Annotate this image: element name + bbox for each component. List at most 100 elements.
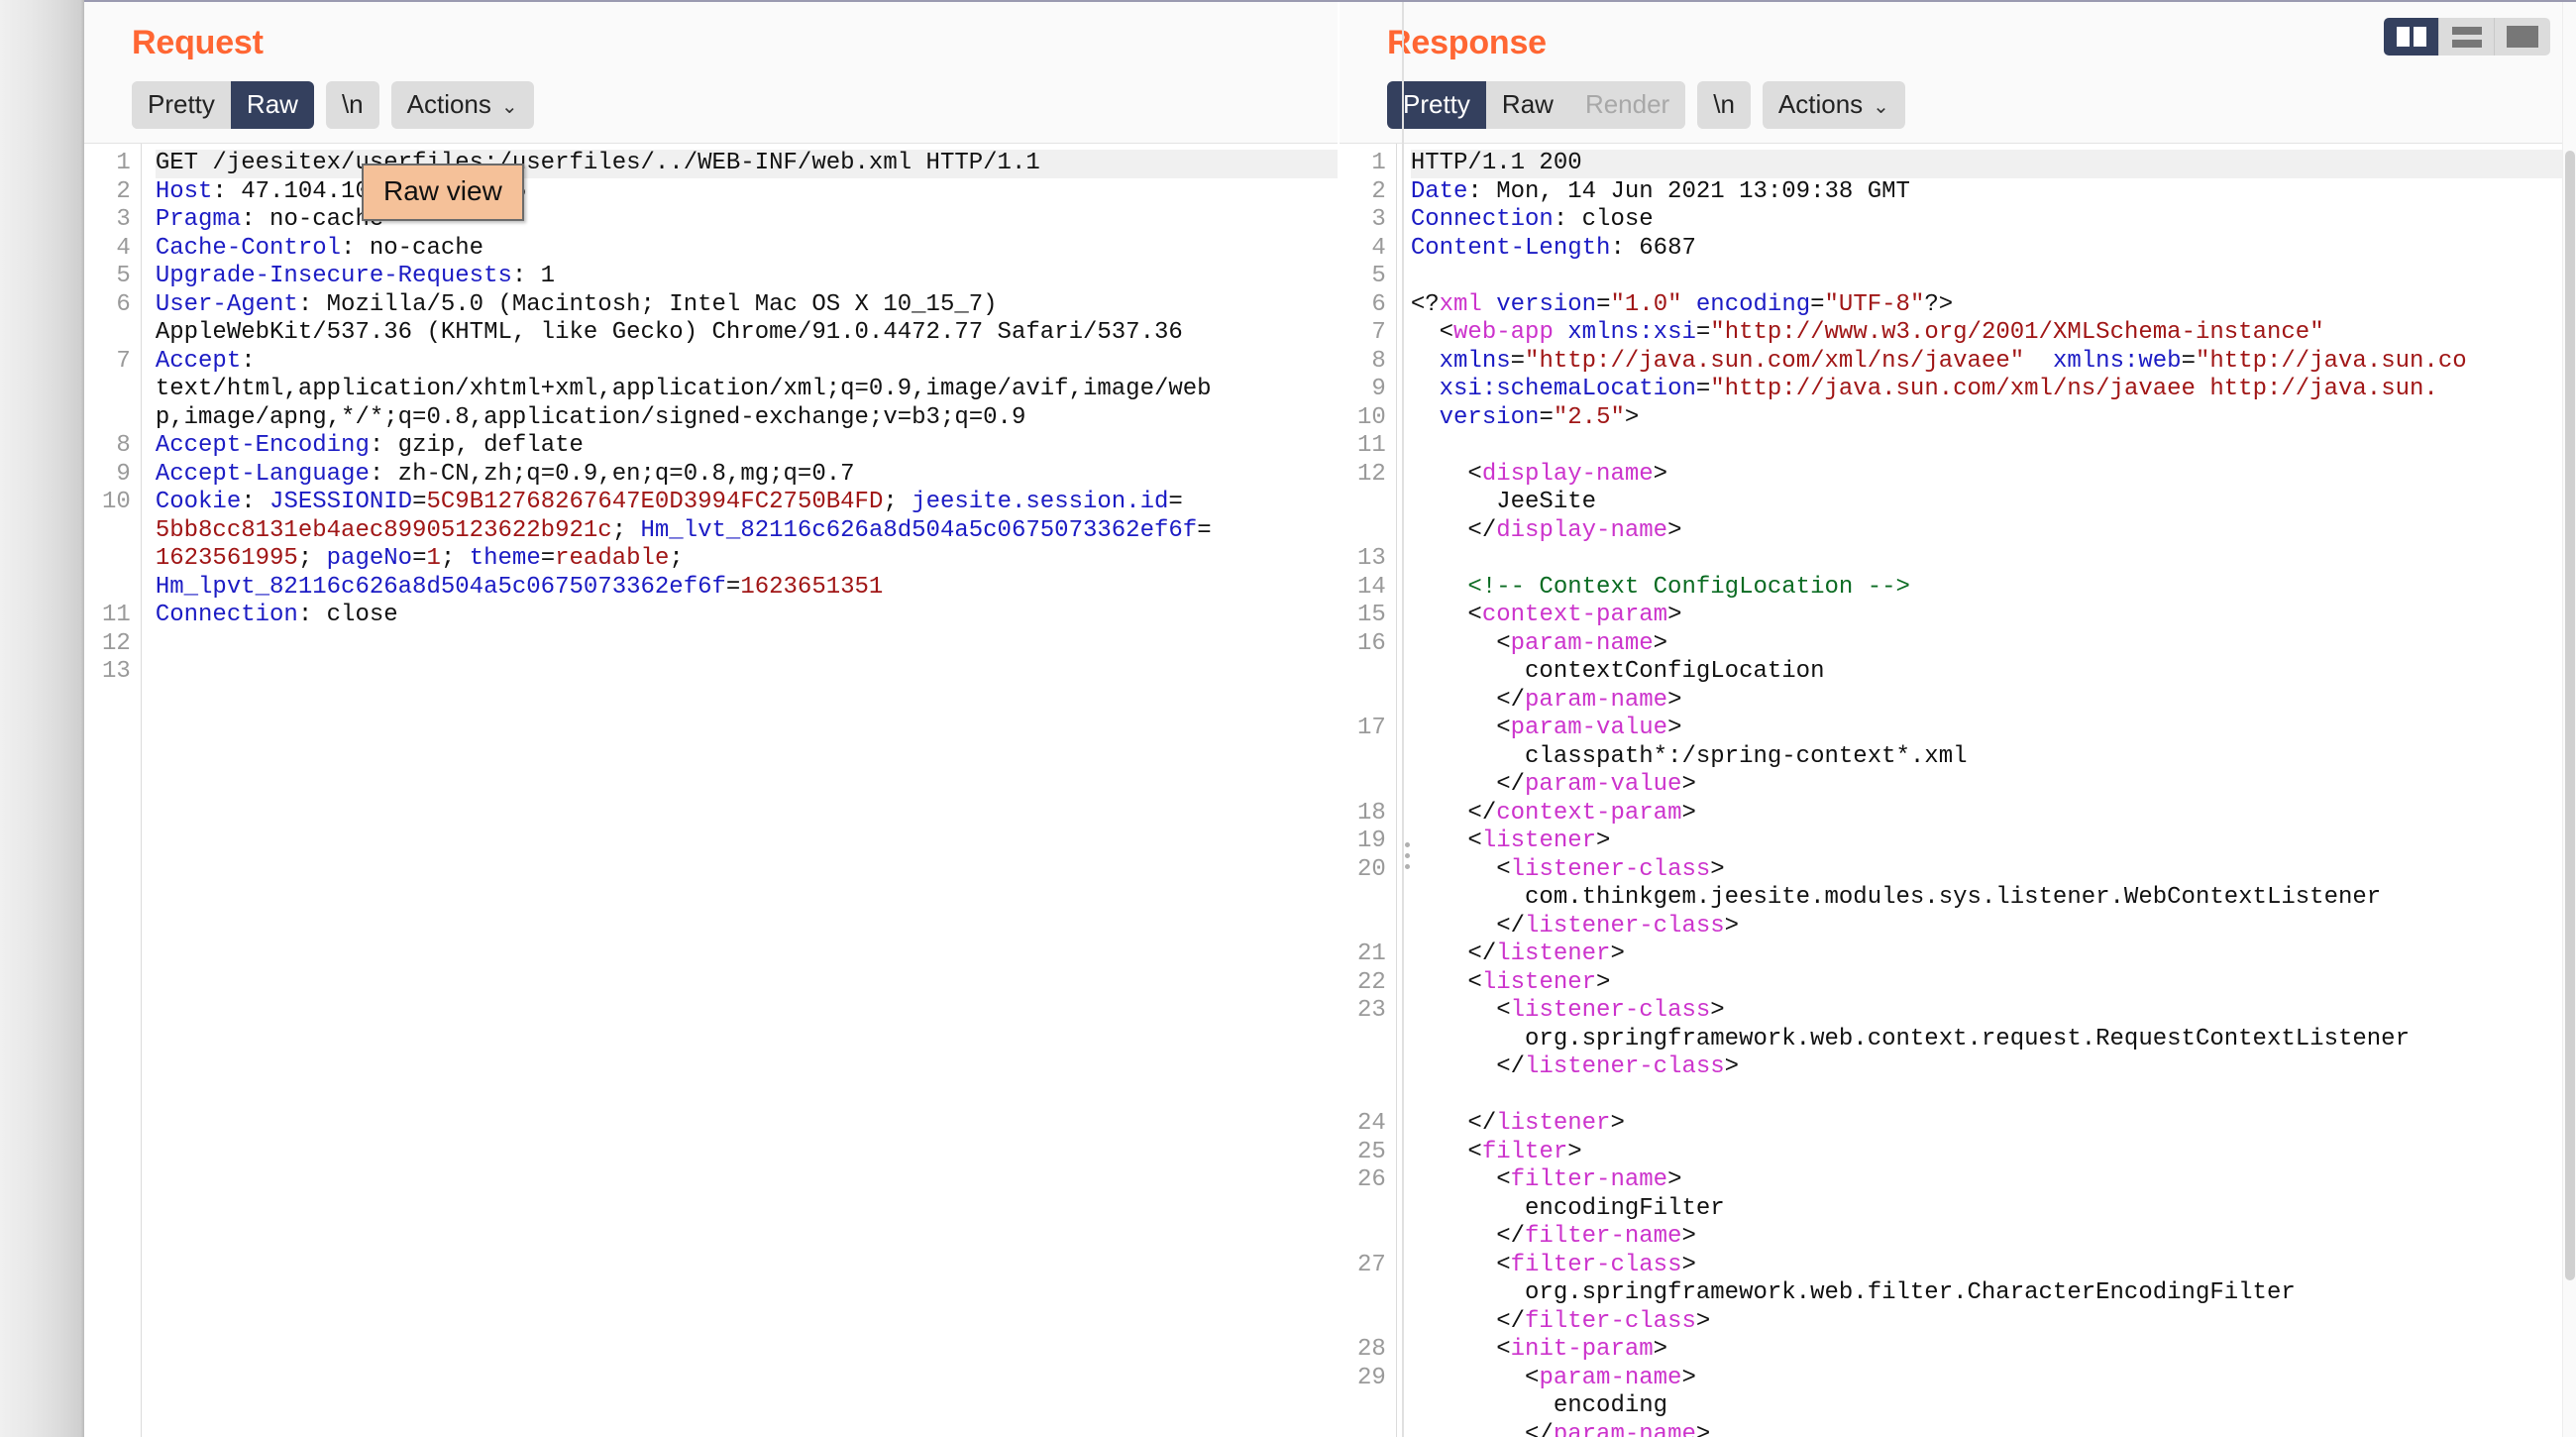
- code-line: <!-- Context ConfigLocation -->: [1411, 574, 2576, 603]
- line-number: 6: [1371, 290, 1386, 318]
- code-token: version: [1439, 403, 1540, 431]
- line-number: 19: [1357, 828, 1386, 854]
- code-token: =: [725, 573, 741, 601]
- response-actions-button[interactable]: Actions ⌄: [1762, 81, 1905, 129]
- code-token: JeeSite: [1410, 489, 1597, 515]
- request-tab-pretty[interactable]: Pretty: [132, 81, 231, 129]
- code-token: text/html,application/xhtml+xml,applicat…: [155, 376, 1212, 402]
- request-editor[interactable]: 1 2 3 4 5 6 7 8 9 10 11 12 13 GET /jeesitex/userfile…: [84, 143, 1338, 1437]
- response-scrollbar-thumb[interactable]: [2565, 151, 2575, 1280]
- code-line: AppleWebKit/537.36 (KHTML, like Gecko) C…: [156, 319, 1338, 348]
- code-token: Content-Length: [1410, 234, 1611, 262]
- code-token: Hm_lvt_82116c626a8d504a5c0675073362ef6f: [640, 516, 1198, 544]
- code-token: init-param: [1510, 1336, 1654, 1363]
- code-token: =: [1197, 516, 1212, 544]
- code-token: :: [241, 347, 256, 375]
- pane-resize-handle[interactable]: [1405, 842, 1410, 869]
- code-token: >: [1724, 912, 1740, 940]
- side-by-side-layout-button[interactable]: [2384, 18, 2439, 55]
- code-line: text/html,application/xhtml+xml,applicat…: [156, 376, 1338, 404]
- line-number: 1: [116, 150, 131, 176]
- line-number: 16: [1357, 629, 1386, 657]
- code-token: param-name: [1553, 1420, 1696, 1437]
- code-token: Accept: [155, 347, 242, 375]
- code-token: <: [1410, 1364, 1540, 1391]
- code-token: "http://java.sun.com/xml/ns/javaee http:…: [1710, 376, 2438, 402]
- code-line: <filter>: [1411, 1139, 2576, 1167]
- code-token: </: [1410, 1053, 1526, 1080]
- code-line: Cookie: JSESSIONID=5C9B12768267647E0D399…: [156, 489, 1338, 517]
- code-line: </display-name>: [1411, 517, 2576, 546]
- code-token: filter-class: [1525, 1307, 1696, 1335]
- code-token: "1.0": [1610, 290, 1682, 318]
- request-newline-button[interactable]: \n: [325, 81, 379, 129]
- stacked-layout-button[interactable]: [2439, 18, 2495, 55]
- code-token: >: [1610, 1110, 1625, 1137]
- code-token: jeesite.session.id: [912, 489, 1169, 515]
- response-code[interactable]: HTTP/1.1 200 Date: Mon, 14 Jun 2021 13:09…: [1397, 144, 2576, 1437]
- code-token: </: [1410, 516, 1497, 544]
- line-number: [1357, 884, 1386, 913]
- code-token: </: [1410, 771, 1526, 798]
- line-number: 8: [1371, 347, 1386, 375]
- line-number: 3: [116, 206, 131, 233]
- code-line: <listener>: [1411, 828, 2576, 856]
- response-scrollbar[interactable]: [2562, 2, 2576, 1437]
- code-token: </: [1410, 686, 1526, 714]
- code-token: >: [1596, 828, 1611, 854]
- line-number: [1357, 1195, 1386, 1224]
- code-token: : 1: [511, 263, 556, 289]
- code-token: param-value: [1510, 715, 1668, 741]
- code-line: <context-param>: [1411, 602, 2576, 630]
- code-line: org.springframework.web.filter.Character…: [1411, 1279, 2576, 1308]
- code-token: >: [1667, 602, 1682, 628]
- response-editor[interactable]: 1 2 3 4 5 6 7 8 9 10 11 12 13 14 15 16 17 18 19 20 21 22 23 24 2…: [1340, 143, 2576, 1437]
- code-line: Upgrade-Insecure-Requests: 1: [156, 263, 1338, 291]
- code-line: com.thinkgem.jeesite.modules.sys.listene…: [1411, 884, 2576, 913]
- code-token: xsi:schemaLocation: [1439, 376, 1696, 402]
- code-token: 5bb8cc8131eb4aec89905123622b921c: [155, 516, 612, 544]
- response-tab-raw[interactable]: Raw: [1485, 81, 1569, 129]
- single-pane-layout-button[interactable]: [2495, 18, 2550, 55]
- response-newline-button[interactable]: \n: [1697, 81, 1751, 129]
- code-token: HTTP/1.1 200: [1410, 150, 1582, 176]
- code-token: >: [1681, 799, 1696, 827]
- code-token: ;: [611, 516, 641, 544]
- code-token: theme: [469, 545, 541, 572]
- code-token: xmlns:web: [2052, 347, 2182, 375]
- code-line: classpath*:/spring-context*.xml: [1411, 743, 2576, 772]
- line-number: [1357, 743, 1386, 772]
- request-code[interactable]: GET /jeesitex/userfiles;/userfiles/../WE…: [142, 144, 1338, 1437]
- code-token: <: [1410, 1336, 1511, 1363]
- code-line: </param-value>: [1411, 771, 2576, 800]
- line-number: [102, 404, 131, 433]
- request-tab-raw[interactable]: Raw: [230, 81, 314, 129]
- code-token: filter-name: [1510, 1166, 1668, 1193]
- code-token: <: [1410, 997, 1511, 1024]
- response-view-tabs: Pretty Raw Render: [1387, 81, 1686, 129]
- code-line: GET /jeesitex/userfiles;/userfiles/../WE…: [155, 150, 1338, 178]
- code-token: =: [1168, 489, 1183, 515]
- code-line: Date: Mon, 14 Jun 2021 13:09:38 GMT: [1411, 178, 2576, 207]
- code-token: >: [1667, 516, 1682, 544]
- line-number: 4: [116, 234, 131, 262]
- line-number: [102, 319, 131, 348]
- line-number: 25: [1357, 1138, 1386, 1165]
- code-token: : close: [297, 602, 398, 628]
- code-token: =: [1539, 403, 1554, 431]
- code-token: <: [1410, 629, 1511, 657]
- code-token: p,image/apng,*/*;q=0.8,application/signe…: [155, 403, 1026, 431]
- request-actions-button[interactable]: Actions ⌄: [390, 81, 534, 129]
- code-line: Hm_lpvt_82116c626a8d504a5c0675073362ef6f…: [156, 574, 1338, 603]
- code-token: <!-- Context ConfigLocation -->: [1410, 573, 1910, 601]
- line-number: 1: [1371, 150, 1386, 176]
- pane-divider[interactable]: [1402, 2, 1404, 1437]
- code-line: </param-name>: [1411, 687, 2576, 716]
- code-line: </context-param>: [1411, 800, 2576, 829]
- line-number: 5: [116, 263, 131, 289]
- code-line: </param-name>: [1411, 1421, 2576, 1437]
